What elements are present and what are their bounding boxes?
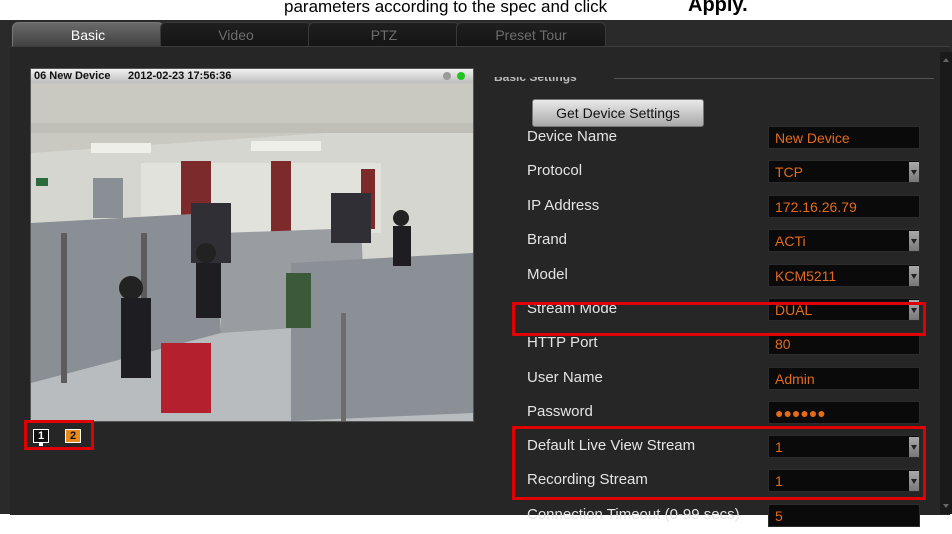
ip-address-value: 172.16.26.79 <box>775 199 857 215</box>
camera-title-bar: 06 New Device 2012-02-23 17:56:36 <box>31 69 473 83</box>
get-device-settings-button[interactable]: Get Device Settings <box>532 99 704 127</box>
label-user-name: User Name <box>527 369 603 386</box>
label-connection-timeout-0-99-secs: Connection Timeout (0-99 secs) <box>527 506 740 523</box>
user-name-input[interactable]: Admin <box>768 367 920 390</box>
stream-2-button[interactable]: 2 <box>65 429 81 443</box>
stream-selection-highlight <box>512 426 926 500</box>
settings-scrollbar[interactable] <box>940 52 952 514</box>
status-dot-icon <box>443 72 451 80</box>
dropdown-arrow-icon[interactable] <box>909 266 919 286</box>
model-select[interactable]: KCM5211 <box>768 264 920 287</box>
label-model: Model <box>527 266 568 283</box>
basic-settings-panel: Basic Settings Get Device Settings Devic… <box>486 77 938 534</box>
dropdown-arrow-icon[interactable] <box>909 162 919 182</box>
camera-video-image <box>31 83 473 421</box>
caption-apply-text: Apply. <box>688 0 748 16</box>
tab-video[interactable]: Video <box>160 22 312 47</box>
label-password: Password <box>527 403 593 420</box>
ip-address-input[interactable]: 172.16.26.79 <box>768 195 920 218</box>
connection-timeout-0-99-secs-input[interactable]: 5 <box>768 504 920 527</box>
camera-name: 06 New Device <box>34 70 111 82</box>
caption-text: parameters according to the spec and cli… <box>284 0 608 16</box>
tab-ptz[interactable]: PTZ <box>308 22 460 47</box>
password-value: ●●●●●● <box>775 405 826 421</box>
label-protocol: Protocol <box>527 162 583 179</box>
tab-preset-tour[interactable]: Preset Tour <box>456 22 606 47</box>
model-value: KCM5211 <box>775 268 837 284</box>
device-settings-window: Basic Video PTZ Preset Tour 06 New Devic… <box>0 20 952 527</box>
brand-select[interactable]: ACTi <box>768 229 920 252</box>
camera-preview: 06 New Device 2012-02-23 17:56:36 <box>30 68 474 422</box>
protocol-value: TCP <box>775 164 803 180</box>
label-device-name: Device Name <box>527 128 618 145</box>
connection-timeout-0-99-secs-value: 5 <box>775 508 783 524</box>
brand-value: ACTi <box>775 233 806 249</box>
stream-2-label: 2 <box>69 430 77 442</box>
scroll-down-icon[interactable] <box>943 504 949 508</box>
instruction-caption: parameters according to the spec and cli… <box>0 0 952 20</box>
password-input[interactable]: ●●●●●● <box>768 401 920 424</box>
label-brand: Brand <box>527 231 568 248</box>
live-status-dot-icon <box>457 72 465 80</box>
device-name-value: New Device <box>775 130 850 146</box>
tab-bar: Basic Video PTZ Preset Tour <box>0 20 952 47</box>
scroll-up-icon[interactable] <box>943 58 949 62</box>
protocol-select[interactable]: TCP <box>768 160 920 183</box>
stream-mode-highlight <box>512 302 926 336</box>
stream-1-label: 1 <box>37 430 45 442</box>
stream-1-button[interactable]: 1 <box>33 429 49 446</box>
label-ip-address: IP Address <box>527 197 600 214</box>
stream-selector: 1 2 <box>24 420 94 450</box>
label-http-port: HTTP Port <box>527 334 598 351</box>
user-name-value: Admin <box>775 371 815 387</box>
tab-basic[interactable]: Basic <box>12 22 164 47</box>
device-name-input[interactable]: New Device <box>768 126 920 149</box>
dropdown-arrow-icon[interactable] <box>909 231 919 251</box>
section-divider <box>614 78 934 79</box>
camera-timestamp: 2012-02-23 17:56:36 <box>128 70 232 82</box>
http-port-value: 80 <box>775 336 791 352</box>
